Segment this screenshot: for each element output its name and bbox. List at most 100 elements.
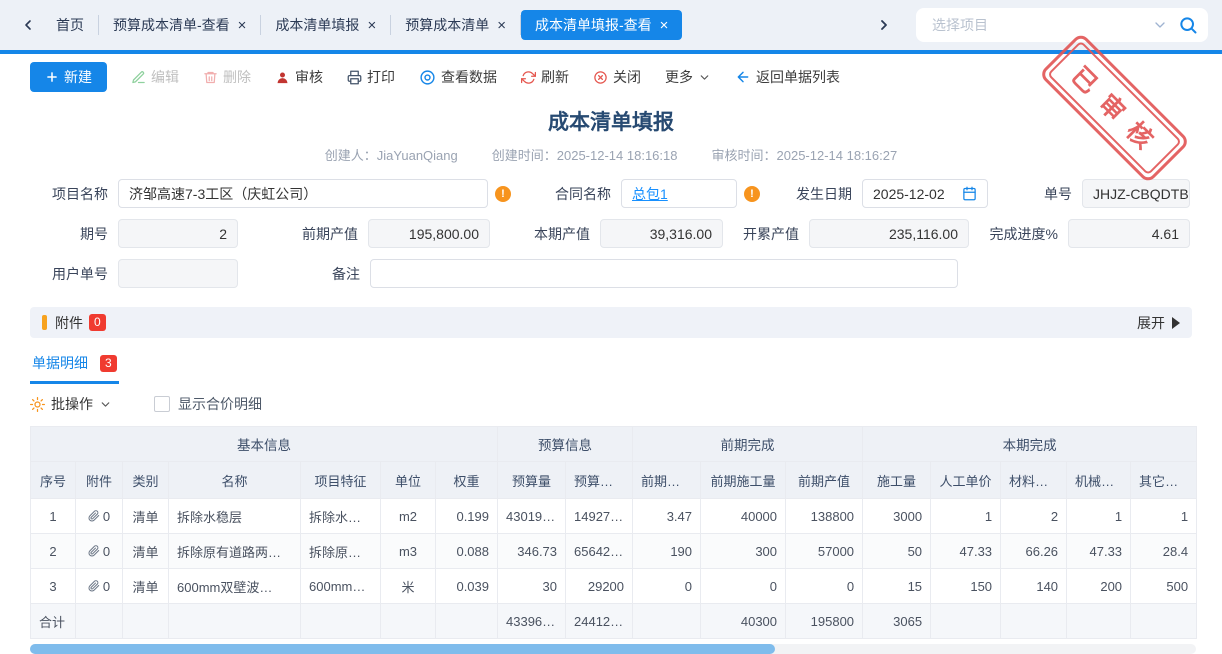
info-icon[interactable] <box>744 186 760 202</box>
document-meta: 创建人：JiaYuanQiang 创建时间：2025-12-14 18:16:1… <box>0 145 1222 164</box>
back-to-list-button-label: 返回单据列表 <box>756 67 840 87</box>
attachment-flag-icon <box>42 315 47 330</box>
group-budget-info: 预算信息 <box>498 427 633 462</box>
show-total-price-checkbox[interactable] <box>154 396 170 412</box>
doc-no-label: 单号 <box>1044 184 1082 204</box>
col-budget-qty: 预算量 <box>498 462 566 499</box>
form-row-1: 项目名称 济邹高速7-3工区（庆虹公司） 合同名称 总包1 发生日期 2025-… <box>30 179 1190 208</box>
remark-label: 备注 <box>238 264 370 284</box>
close-icon[interactable] <box>660 17 669 33</box>
table-row[interactable]: 2 0 清单 拆除原有道路两… 拆除原… m3 0.088 346.73 656… <box>31 534 1197 569</box>
delete-button-label: 删除 <box>223 67 251 87</box>
cell-budget-qty: 346.73 <box>498 534 566 569</box>
tab-detail[interactable]: 单据明细 3 <box>30 353 119 384</box>
tab-cost-list-fill-view-active[interactable]: 成本清单填报-查看 <box>521 10 682 40</box>
progress-label: 完成进度% <box>990 224 1068 244</box>
plus-icon <box>45 70 59 84</box>
search-icon[interactable] <box>1178 15 1198 35</box>
refresh-button[interactable]: 刷新 <box>521 67 569 87</box>
tab-home[interactable]: 首页 <box>42 10 98 40</box>
total-qty: 3065 <box>863 604 931 639</box>
table-total-row: 合计 43396.520 244121.590 40300 195800 306… <box>31 604 1197 639</box>
total-budget-qty: 43396.520 <box>498 604 566 639</box>
table-row[interactable]: 1 0 清单 拆除水稳层 拆除水… m2 0.199 43019.79 1492… <box>31 499 1197 534</box>
col-seq: 序号 <box>31 462 76 499</box>
back-to-list-button[interactable]: 返回单据列表 <box>735 67 840 87</box>
contract-name-field[interactable]: 总包1 <box>621 179 737 208</box>
attachment-bar[interactable]: 附件 0 展开 <box>30 307 1192 338</box>
more-button[interactable]: 更多 <box>665 67 711 87</box>
cell-other-price: 28.4 <box>1131 534 1197 569</box>
project-select[interactable] <box>916 8 1208 42</box>
delete-button[interactable]: 删除 <box>203 67 251 87</box>
new-button[interactable]: 新建 <box>30 62 107 92</box>
cell-seq: 1 <box>31 499 76 534</box>
chevron-down-icon[interactable] <box>1152 17 1168 33</box>
expand-toggle[interactable]: 展开 <box>1137 313 1180 333</box>
attachment-link[interactable]: 0 <box>84 579 114 594</box>
col-machine-price: 机械单价 <box>1067 462 1131 499</box>
new-button-label: 新建 <box>64 67 92 87</box>
audit-button[interactable]: 审核 <box>275 67 323 87</box>
tab-label: 首页 <box>56 15 84 35</box>
cell-prev-output: 138800 <box>786 499 863 534</box>
cell-name: 600mm双壁波… <box>169 569 301 604</box>
tab-budget-cost-list[interactable]: 预算成本清单 <box>391 10 520 40</box>
occur-date-field[interactable]: 2025-12-02 <box>862 179 988 208</box>
table-column-header-row: 序号 附件 类别 名称 项目特征 单位 权重 预算量 预算金额 前期单价 前期施… <box>31 462 1197 499</box>
col-other-price: 其它费单价 <box>1131 462 1197 499</box>
chevron-down-icon <box>698 71 711 84</box>
col-category: 类别 <box>123 462 169 499</box>
header-accent-line <box>0 50 1222 54</box>
cell-material-price: 140 <box>1001 569 1067 604</box>
cell-unit: m2 <box>381 499 436 534</box>
contract-link[interactable]: 总包1 <box>632 184 668 204</box>
view-data-button[interactable]: 查看数据 <box>419 67 497 87</box>
cell-prev-price: 0 <box>633 569 701 604</box>
close-icon[interactable] <box>238 17 247 33</box>
table-row[interactable]: 3 0 清单 600mm双壁波… 600mm… 米 0.039 30 29200… <box>31 569 1197 604</box>
project-select-input[interactable] <box>930 16 1152 34</box>
horizontal-scrollbar-thumb[interactable] <box>30 644 775 654</box>
doc-no-field: JHJZ-CBQDTB2025 <box>1082 179 1190 208</box>
creator-meta: 创建人：JiaYuanQiang <box>325 145 458 164</box>
cell-attachment: 0 <box>76 569 123 604</box>
person-stamp-icon <box>275 70 290 85</box>
attachment-link[interactable]: 0 <box>84 544 114 559</box>
printer-icon <box>347 70 362 85</box>
tab-budget-cost-list-view[interactable]: 预算成本清单-查看 <box>99 10 260 40</box>
horizontal-scrollbar-track[interactable] <box>30 644 1196 654</box>
cell-other-price: 1 <box>1131 499 1197 534</box>
top-tab-bar: 首页 预算成本清单-查看 成本清单填报 预算成本清单 成本清单填报-查看 <box>0 0 1222 50</box>
attachment-link[interactable]: 0 <box>84 509 114 524</box>
cell-name: 拆除原有道路两… <box>169 534 301 569</box>
tabs-scroll-right-icon[interactable] <box>876 17 892 33</box>
cell-unit: 米 <box>381 569 436 604</box>
project-name-field[interactable]: 济邹高速7-3工区（庆虹公司） <box>118 179 488 208</box>
remark-field[interactable] <box>370 259 958 288</box>
cell-material-price: 66.26 <box>1001 534 1067 569</box>
cell-machine-price: 1 <box>1067 499 1131 534</box>
refresh-button-label: 刷新 <box>541 67 569 87</box>
eye-icon <box>419 69 436 86</box>
cell-labor-price: 1 <box>931 499 1001 534</box>
close-icon[interactable] <box>367 17 376 33</box>
contract-name-label: 合同名称 <box>511 184 621 204</box>
arrow-left-icon <box>735 69 751 85</box>
cell-budget-qty: 43019.79 <box>498 499 566 534</box>
tabs-scroll-left-icon[interactable] <box>20 17 36 33</box>
close-button[interactable]: 关闭 <box>593 67 641 87</box>
close-icon[interactable] <box>497 17 506 33</box>
print-button[interactable]: 打印 <box>347 67 395 87</box>
calendar-icon[interactable] <box>962 186 977 201</box>
more-button-label: 更多 <box>665 67 693 87</box>
col-material-price: 材料单价 <box>1001 462 1067 499</box>
tab-cost-list-fill[interactable]: 成本清单填报 <box>261 10 390 40</box>
batch-operation-button[interactable]: 批操作 <box>30 394 112 414</box>
info-icon[interactable] <box>495 186 511 202</box>
cell-qty: 50 <box>863 534 931 569</box>
prev-output-label: 前期产值 <box>238 224 368 244</box>
edit-button[interactable]: 编辑 <box>131 67 179 87</box>
project-name-label: 项目名称 <box>30 184 118 204</box>
print-button-label: 打印 <box>367 67 395 87</box>
